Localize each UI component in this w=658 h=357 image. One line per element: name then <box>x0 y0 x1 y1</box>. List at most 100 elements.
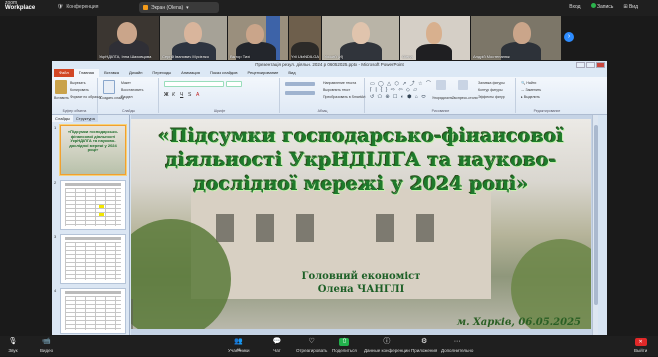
replace-button[interactable]: ↔ Заменить <box>521 88 541 92</box>
group-paragraph: Направление текста Выровнять текст Преоб… <box>281 78 365 113</box>
tab-insert[interactable]: Вставка <box>99 69 124 77</box>
arrange-icon <box>436 80 446 90</box>
scrollbar-thumb[interactable] <box>594 125 598 305</box>
vertical-scrollbar[interactable] <box>592 115 598 335</box>
bold-icon[interactable]: Ж <box>164 92 169 98</box>
record-indicator[interactable]: Запись <box>590 3 613 10</box>
window-title: Презентація резул. діяльн. 2024 р 060520… <box>255 62 404 67</box>
list-icon[interactable] <box>285 82 315 86</box>
italic-icon[interactable]: К <box>172 92 175 98</box>
building-window <box>256 214 274 242</box>
participant-tile[interactable]: Віктор Тихі <box>228 16 288 60</box>
group-editing: 🔍 Найти ↔ Заменить ▸ Выделить Редактиров… <box>517 78 577 113</box>
font-size-field[interactable] <box>226 81 242 87</box>
meeting-label: Конференция <box>66 4 99 10</box>
slide-number: 4 <box>54 288 57 293</box>
maximize-button[interactable] <box>586 62 595 68</box>
participant-name: Андрій Мостепанюк <box>473 54 510 59</box>
highlight-cell <box>99 205 104 208</box>
tab-slideshow[interactable]: Показ слайдов <box>205 69 243 77</box>
share-button[interactable]: ⇧ Поделиться <box>332 338 357 353</box>
shape-outline-button[interactable]: Контур фигуры <box>478 88 502 92</box>
find-button[interactable]: 🔍 Найти <box>521 81 536 85</box>
tab-review[interactable]: Рецензирование <box>243 69 284 77</box>
participant-tile[interactable]: УкрНДІЛГА, Інна Шаховцова <box>97 16 159 60</box>
tab-home[interactable]: Главная <box>73 69 100 77</box>
apps-button[interactable]: ⚙ Приложения <box>411 338 437 353</box>
shapes-gallery[interactable]: ▭ ◯ △ ⬡ ↗ ⤴ ☆ ⌒ <box>370 80 432 87</box>
shadow-icon[interactable]: S <box>188 92 191 98</box>
video-button[interactable]: 📹 Видео <box>40 338 53 353</box>
leave-button[interactable]: ✕ Выйти <box>634 338 647 353</box>
align-text-button[interactable]: Выровнять текст <box>323 88 350 92</box>
tab-transitions[interactable]: Переходы <box>147 69 176 77</box>
quick-styles-button[interactable]: Экспресс-стили <box>452 96 478 100</box>
smartart-button[interactable]: Преобразовать в SmartArt <box>323 95 365 99</box>
slide-thumbnail-4[interactable] <box>60 288 126 334</box>
font-name-field[interactable] <box>164 81 224 87</box>
chat-icon: 💬 <box>272 338 282 345</box>
participant-tile[interactable]: Olena <box>400 16 470 60</box>
select-button[interactable]: ▸ Выделить <box>521 95 540 99</box>
reset-button[interactable]: Восстановить <box>121 88 143 92</box>
participant-name: Olena <box>402 54 413 59</box>
more-button[interactable]: ··· Дополнительно <box>441 338 473 353</box>
react-label: Отреагировать <box>296 348 328 353</box>
layout-button[interactable]: Макет <box>121 81 131 85</box>
view-button[interactable]: ⊞ Вид <box>623 4 638 10</box>
font-color-icon[interactable]: A <box>196 92 199 98</box>
login-button[interactable]: Вход <box>569 4 580 10</box>
shapes-gallery-row2[interactable]: ⌈ ⌊ { } ⇨ ⇦ ◇ ▱ <box>370 87 418 93</box>
tab-file[interactable]: Файл <box>54 69 74 77</box>
building-window <box>416 214 434 242</box>
participant-tile[interactable]: Андрій Мостепанюк <box>471 16 561 60</box>
current-slide[interactable]: «Підсумки господарсько-фінансової діяльн… <box>131 119 591 329</box>
next-page-arrow-icon[interactable]: › <box>564 32 574 42</box>
text-direction-button[interactable]: Направление текста <box>323 81 356 85</box>
shape-effects-button[interactable]: Эффекты фигур <box>478 95 505 99</box>
cut-button[interactable]: Вырезать <box>70 81 86 85</box>
slide-thumbnail-2[interactable] <box>60 180 126 230</box>
chat-button[interactable]: 💬 Чат <box>272 338 282 353</box>
tab-view[interactable]: Вид <box>283 69 300 77</box>
react-button[interactable]: ♡ Отреагировать <box>296 338 327 353</box>
format-painter-button[interactable]: Формат по образцу <box>70 95 101 99</box>
align-icon[interactable] <box>285 91 315 95</box>
slide-thumbnail-3[interactable] <box>60 234 126 284</box>
thumbnail-table <box>65 188 121 226</box>
zoom-logo-bottom: Workplace <box>5 5 36 11</box>
paste-button[interactable]: Вставить <box>54 96 69 100</box>
slide-title: «Підсумки господарсько-фінансової діяльн… <box>158 125 564 195</box>
thumbnail-header <box>65 183 121 186</box>
screen-share-indicator[interactable]: Экран (Olena) ▾ <box>139 2 219 13</box>
participant-tile[interactable]: Yrii UkrNDILGA <box>289 16 321 60</box>
arrange-button[interactable]: Упорядочить <box>432 96 453 100</box>
new-slide-icon <box>103 80 115 94</box>
tab-animation[interactable]: Анимация <box>176 69 205 77</box>
participant-face <box>426 22 442 44</box>
meeting-info[interactable]: 🛡 Конференция <box>57 4 98 10</box>
participant-face <box>513 22 531 44</box>
tab-outline[interactable]: Структура <box>72 115 98 122</box>
audio-button[interactable]: 🎙 Звук <box>8 338 18 353</box>
group-clipboard: Вставить Вырезать Копировать Формат по о… <box>52 78 101 113</box>
section-button[interactable]: Раздел <box>121 95 133 99</box>
participant-tile[interactable]: Уський (И) <box>322 16 399 60</box>
participants-button[interactable]: 👥41 Участники <box>228 338 250 353</box>
record-icon <box>590 3 596 8</box>
participant-tile[interactable]: Сергій Іванович Мусієнко <box>160 16 227 60</box>
shape-fill-button[interactable]: Заливка фигуры <box>478 81 505 85</box>
meeting-info-label: Данные конференции <box>364 348 410 353</box>
apps-icon: ⚙ <box>421 338 428 345</box>
tab-slides[interactable]: Слайды <box>52 115 73 122</box>
copy-button[interactable]: Копировать <box>70 88 89 92</box>
highlight-cell <box>99 213 104 216</box>
meeting-info-button[interactable]: ⓘ Данные конференции <box>364 338 410 353</box>
close-button[interactable] <box>596 62 605 68</box>
minimize-button[interactable] <box>576 62 585 68</box>
slide-thumbnail-1[interactable]: «Підсумки господарсько-фінансової діяльн… <box>60 125 126 175</box>
tab-design[interactable]: Дизайн <box>124 69 147 77</box>
powerpoint-window: Презентація резул. діяльн. 2024 р 060520… <box>52 61 607 335</box>
underline-icon[interactable]: Ч <box>180 92 183 98</box>
shapes-gallery-row3[interactable]: ↺ ⬠ ⊕ ☐ ◐ ⬢ ⌂ ⬭ <box>370 94 427 100</box>
